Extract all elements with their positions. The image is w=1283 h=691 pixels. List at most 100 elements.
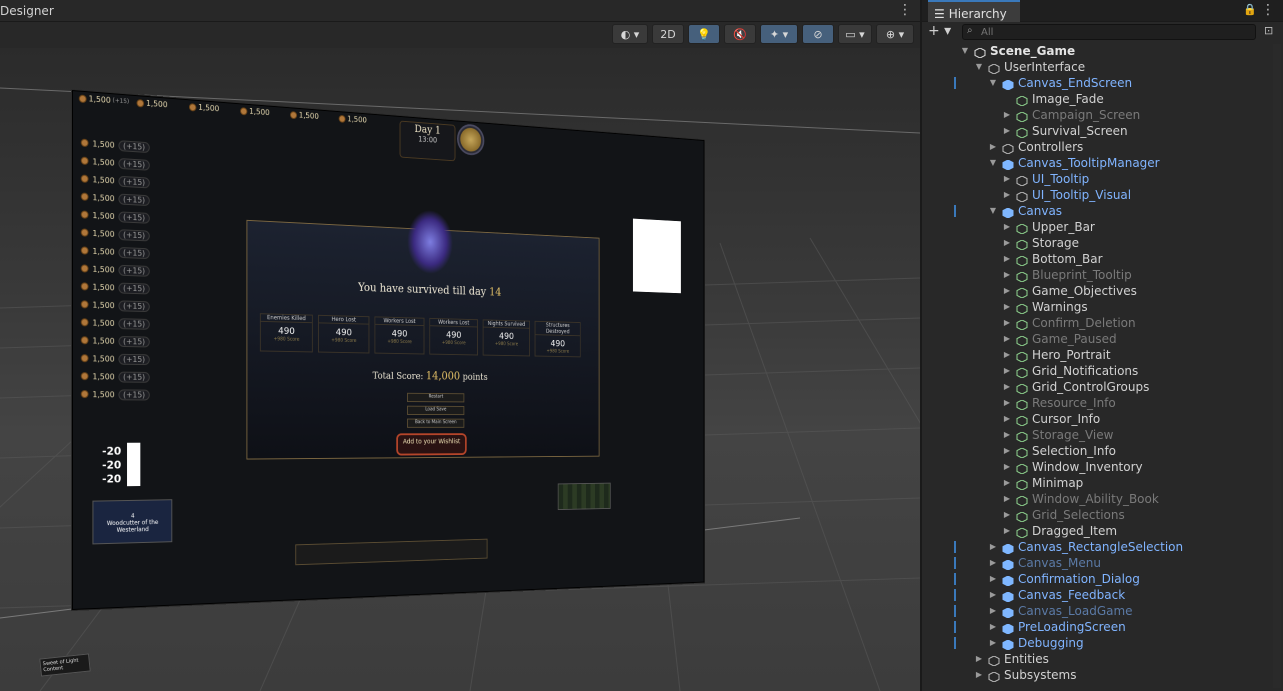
hierarchy-row[interactable]: ▶ Subsystems: [922, 667, 1283, 683]
hierarchy-tab[interactable]: ☰ Hierarchy: [928, 0, 1020, 22]
scene-viewport[interactable]: 1,500 (+15) 1,500 1,500 1,500 1,500 1,500…: [0, 48, 920, 691]
hierarchy-row[interactable]: ▶ Window_Ability_Book: [922, 491, 1283, 507]
hierarchy-row[interactable]: ▶ Window_Inventory: [922, 459, 1283, 475]
expand-arrow-icon[interactable]: ▶: [1002, 187, 1012, 203]
expand-arrow-icon[interactable]: ▶: [1002, 427, 1012, 443]
hierarchy-row[interactable]: ▶ Upper_Bar: [922, 219, 1283, 235]
expand-arrow-icon[interactable]: ▶: [1002, 523, 1012, 539]
expand-arrow-icon[interactable]: ▶: [1002, 507, 1012, 523]
load-save-button[interactable]: Load Save: [407, 405, 465, 416]
expand-arrow-icon[interactable]: ▶: [1002, 283, 1012, 299]
hierarchy-row[interactable]: ▶ Entities: [922, 651, 1283, 667]
hierarchy-row[interactable]: ▶Canvas_Menu›: [922, 555, 1283, 571]
hierarchy-row[interactable]: ▶Canvas_LoadGame›: [922, 603, 1283, 619]
hierarchy-row[interactable]: ▶ Game_Paused: [922, 331, 1283, 347]
expand-arrow-icon[interactable]: ▶: [988, 587, 998, 603]
expand-arrow-icon[interactable]: ▶: [988, 555, 998, 571]
expand-arrow-icon[interactable]: ▶: [1002, 315, 1012, 331]
hierarchy-row[interactable]: ▼Canvas›: [922, 203, 1283, 219]
expand-arrow-icon[interactable]: ▶: [1002, 171, 1012, 187]
expand-arrow-icon[interactable]: ▶: [1002, 347, 1012, 363]
hierarchy-row[interactable]: ▶ Bottom_Bar: [922, 251, 1283, 267]
hierarchy-row[interactable]: ▶ Dragged_Item: [922, 523, 1283, 539]
hierarchy-row[interactable]: ▶ Game_Objectives: [922, 283, 1283, 299]
hierarchy-row[interactable]: ▶Debugging›: [922, 635, 1283, 651]
hierarchy-row[interactable]: ▶PreLoadingScreen›: [922, 619, 1283, 635]
hierarchy-row[interactable]: ▶ Grid_ControlGroups: [922, 379, 1283, 395]
expand-arrow-icon[interactable]: ▶: [1002, 123, 1012, 139]
expand-arrow-icon[interactable]: ▶: [1002, 251, 1012, 267]
search-scope-icon[interactable]: ⊡: [1264, 24, 1273, 37]
restart-button[interactable]: Restart: [407, 392, 465, 403]
hierarchy-row[interactable]: ▶ UI_Tooltip_Visual: [922, 187, 1283, 203]
hierarchy-row[interactable]: ▶Canvas_Feedback›: [922, 587, 1283, 603]
hierarchy-row[interactable]: ▶ Survival_Screen: [922, 123, 1283, 139]
hierarchy-row[interactable]: ▼Canvas_TooltipManager›: [922, 155, 1283, 171]
hierarchy-row[interactable]: ▶ Selection_Info: [922, 443, 1283, 459]
expand-arrow-icon[interactable]: ▶: [988, 603, 998, 619]
hierarchy-row[interactable]: ▶ Grid_Selections: [922, 507, 1283, 523]
scene-tab-title[interactable]: Designer: [0, 4, 54, 18]
expand-arrow-icon[interactable]: ▶: [1002, 363, 1012, 379]
gizmos-icon[interactable]: ⊕ ▾: [876, 24, 914, 44]
expand-arrow-icon[interactable]: ▼: [960, 43, 970, 59]
main-screen-button[interactable]: Back to Main Screen: [407, 418, 465, 428]
expand-arrow-icon[interactable]: ▶: [1002, 379, 1012, 395]
expand-arrow-icon[interactable]: ▼: [988, 155, 998, 171]
create-add-button[interactable]: + ▾: [928, 23, 951, 39]
camera-settings-icon[interactable]: ▭ ▾: [838, 24, 872, 44]
game-canvas-preview[interactable]: 1,500 (+15) 1,500 1,500 1,500 1,500 1,500…: [72, 90, 705, 610]
expand-arrow-icon[interactable]: ▶: [1002, 331, 1012, 347]
hierarchy-row[interactable]: ▶ Cursor_Info: [922, 411, 1283, 427]
hierarchy-row[interactable]: ▼ Scene_Game: [922, 43, 1283, 59]
hierarchy-row[interactable]: ▶Canvas_RectangleSelection›: [922, 539, 1283, 555]
lighting-toggle-icon[interactable]: 💡: [688, 24, 720, 44]
hierarchy-menu-icon[interactable]: ⋮: [1261, 2, 1275, 18]
hierarchy-row[interactable]: ▶ Hero_Portrait: [922, 347, 1283, 363]
hierarchy-row[interactable]: ▶ Confirm_Deletion: [922, 315, 1283, 331]
expand-arrow-icon[interactable]: ▶: [988, 571, 998, 587]
hierarchy-row[interactable]: Image_Fade: [922, 91, 1283, 107]
hierarchy-row[interactable]: ▶ Minimap: [922, 475, 1283, 491]
expand-arrow-icon[interactable]: ▶: [988, 139, 998, 155]
effects-toggle-icon[interactable]: ✦ ▾: [760, 24, 798, 44]
expand-arrow-icon[interactable]: ▶: [1002, 235, 1012, 251]
expand-arrow-icon[interactable]: ▶: [1002, 395, 1012, 411]
expand-arrow-icon[interactable]: ▶: [1002, 491, 1012, 507]
expand-arrow-icon[interactable]: ▶: [988, 619, 998, 635]
expand-arrow-icon[interactable]: ▶: [974, 651, 984, 667]
hierarchy-row[interactable]: ▶ Storage: [922, 235, 1283, 251]
hierarchy-row[interactable]: ▶ Resource_Info: [922, 395, 1283, 411]
hierarchy-row[interactable]: ▶ Grid_Notifications: [922, 363, 1283, 379]
expand-arrow-icon[interactable]: ▼: [988, 203, 998, 219]
expand-arrow-icon[interactable]: ▶: [1002, 443, 1012, 459]
shading-mode-button[interactable]: ◐ ▾: [612, 24, 648, 44]
hierarchy-row[interactable]: ▶ Blueprint_Tooltip: [922, 267, 1283, 283]
wishlist-button[interactable]: Add to your Wishlist: [396, 433, 467, 456]
expand-arrow-icon[interactable]: ▶: [988, 635, 998, 651]
expand-arrow-icon[interactable]: ▶: [1002, 411, 1012, 427]
expand-arrow-icon[interactable]: ▶: [1002, 107, 1012, 123]
hierarchy-row[interactable]: ▶ Controllers: [922, 139, 1283, 155]
expand-arrow-icon[interactable]: ▼: [988, 75, 998, 91]
hidden-objects-icon[interactable]: ⊘: [802, 24, 834, 44]
hierarchy-scrollbar[interactable]: [1273, 44, 1281, 688]
hierarchy-row[interactable]: ▶ Warnings: [922, 299, 1283, 315]
expand-arrow-icon[interactable]: ▶: [1002, 475, 1012, 491]
mode-2d-button[interactable]: 2D: [652, 24, 684, 44]
hierarchy-search-input[interactable]: [962, 24, 1256, 40]
hierarchy-row[interactable]: ▼Canvas_EndScreen›: [922, 75, 1283, 91]
hierarchy-row[interactable]: ▶ Storage_View: [922, 427, 1283, 443]
lock-icon[interactable]: 🔒: [1243, 3, 1257, 16]
expand-arrow-icon[interactable]: ▶: [974, 667, 984, 683]
expand-arrow-icon[interactable]: ▶: [1002, 299, 1012, 315]
expand-arrow-icon[interactable]: ▶: [1002, 267, 1012, 283]
hierarchy-row[interactable]: ▶Confirmation_Dialog›: [922, 571, 1283, 587]
expand-arrow-icon[interactable]: ▶: [1002, 459, 1012, 475]
expand-arrow-icon[interactable]: ▶: [1002, 219, 1012, 235]
hierarchy-row[interactable]: ▶ Campaign_Screen: [922, 107, 1283, 123]
expand-arrow-icon[interactable]: ▼: [974, 59, 984, 75]
hierarchy-row[interactable]: ▶ UI_Tooltip: [922, 171, 1283, 187]
scene-menu-icon[interactable]: ⋮: [898, 2, 912, 18]
hierarchy-row[interactable]: ▼ UserInterface: [922, 59, 1283, 75]
